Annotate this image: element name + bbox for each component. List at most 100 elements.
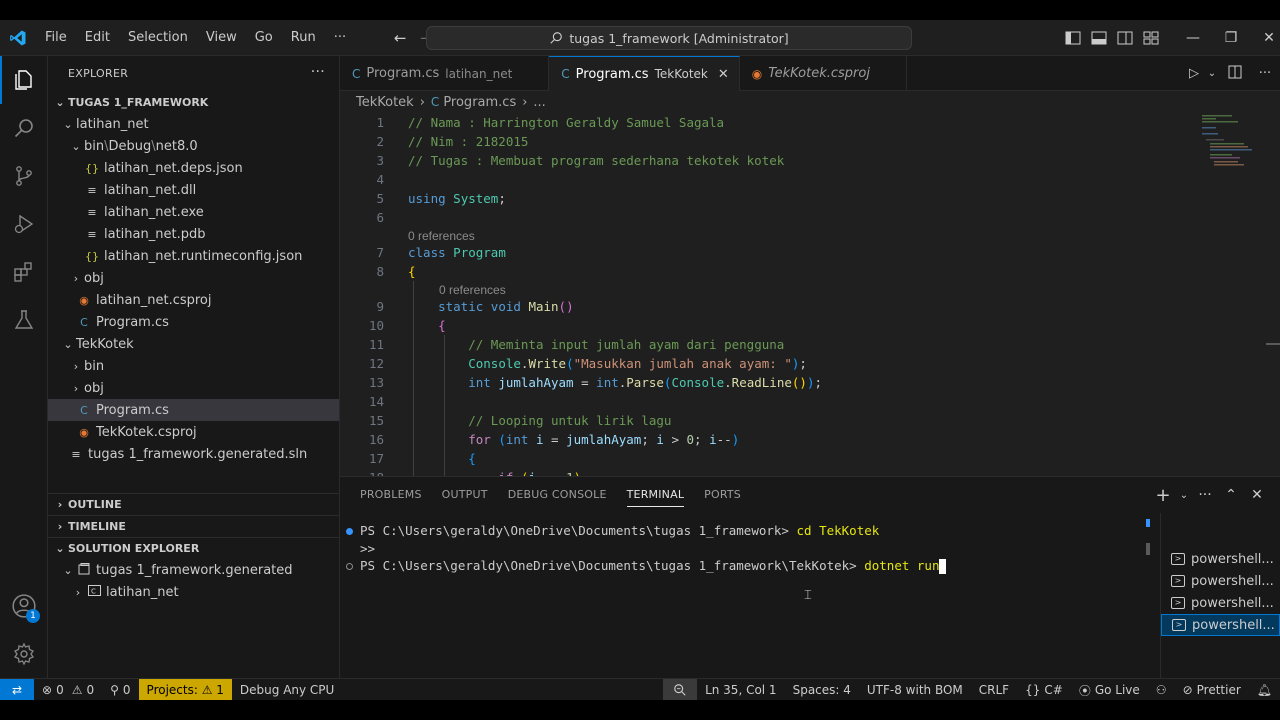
line-number: 3 <box>376 153 384 168</box>
editor-scrollbar-marker[interactable] <box>1266 343 1280 345</box>
menu-view[interactable]: View <box>197 20 246 56</box>
minimize-window-icon[interactable]: — <box>1174 20 1212 56</box>
new-terminal-plus-icon[interactable]: + <box>1150 485 1176 506</box>
language-status[interactable]: {} C# <box>1017 679 1071 701</box>
outline-section[interactable]: › OUTLINE <box>48 493 340 515</box>
code-editor[interactable]: 1 2 3 4 5 6 7 8 9 10 11 12 13 14 15 16 1… <box>340 113 1280 476</box>
file-item[interactable]: ≡ tugas 1_framework.generated.sln <box>48 443 339 465</box>
breadcrumb-folder[interactable]: TekKotek <box>356 95 414 110</box>
tab-ports[interactable]: PORTS <box>694 477 751 513</box>
file-item[interactable]: C Program.cs <box>48 311 339 333</box>
file-item[interactable]: {} latihan_net.runtimeconfig.json <box>48 245 339 267</box>
file-item[interactable]: {} latihan_net.deps.json <box>48 157 339 179</box>
eol-status[interactable]: CRLF <box>971 679 1017 701</box>
tab-output[interactable]: OUTPUT <box>432 477 498 513</box>
more-actions-icon[interactable]: ··· <box>1192 487 1218 503</box>
folder-item[interactable]: › obj <box>48 267 339 289</box>
chevron-down-icon[interactable]: ⌄ <box>1204 68 1220 79</box>
explorer-more-icon[interactable]: ··· <box>311 64 325 80</box>
go-live-label: Go Live <box>1094 683 1140 697</box>
terminal-instance[interactable]: > powershell... <box>1161 592 1280 614</box>
prettier-status[interactable]: ⊘ Prettier <box>1175 679 1249 701</box>
encoding-status[interactable]: UTF-8 with BOM <box>859 679 971 701</box>
terminal-instance[interactable]: > powershell... <box>1161 548 1280 570</box>
menu-selection[interactable]: Selection <box>119 20 197 56</box>
terminal-instance-active[interactable]: > powershell... <box>1161 614 1280 636</box>
menu-run[interactable]: Run <box>282 20 325 56</box>
copilot-icon[interactable]: ⚇ <box>1148 679 1175 701</box>
toggle-primary-sidebar-icon[interactable] <box>1060 20 1086 56</box>
accounts-icon[interactable]: 1 <box>0 582 48 630</box>
tab-terminal[interactable]: TERMINAL <box>617 477 695 513</box>
more-actions-icon[interactable]: ··· <box>1250 66 1280 81</box>
customize-layout-icon[interactable] <box>1138 20 1164 56</box>
go-live-status[interactable]: ⦿ Go Live <box>1071 679 1148 701</box>
restore-window-icon[interactable]: ❐ <box>1212 20 1250 56</box>
menu-edit[interactable]: Edit <box>76 20 119 56</box>
indentation-status[interactable]: Spaces: 4 <box>785 679 859 701</box>
remote-indicator-icon[interactable]: ⇄ <box>0 678 34 701</box>
command-center-search[interactable]: tugas 1_framework [Administrator] <box>426 26 912 50</box>
explorer-icon[interactable] <box>0 56 48 104</box>
folder-item[interactable]: › obj <box>48 377 339 399</box>
file-item[interactable]: ≡ latihan_net.pdb <box>48 223 339 245</box>
terminal-output[interactable]: PS C:\Users\geraldy\OneDrive\Documents\t… <box>340 513 1160 679</box>
tab-program-cs-tekkotek[interactable]: C Program.cs TekKotek ✕ <box>549 56 740 91</box>
chevron-down-icon[interactable]: ⌄ <box>1176 490 1192 501</box>
zoom-icon[interactable] <box>663 679 698 701</box>
codelens-references[interactable]: 0 references <box>408 228 475 244</box>
menu-go[interactable]: Go <box>246 20 282 56</box>
toggle-panel-icon[interactable] <box>1086 20 1112 56</box>
debug-config-status[interactable]: Debug Any CPU <box>232 679 342 701</box>
run-debug-icon[interactable] <box>0 200 48 248</box>
toggle-secondary-sidebar-icon[interactable] <box>1112 20 1138 56</box>
terminal-instance-label: powershell... <box>1192 617 1275 633</box>
minimap[interactable] <box>1198 113 1266 173</box>
workspace-root[interactable]: ⌄ TUGAS 1_FRAMEWORK <box>48 91 339 113</box>
problems-status[interactable]: ⊗ 0 ⚠ 0 <box>34 679 102 701</box>
terminal-scrollbar[interactable] <box>1146 519 1150 567</box>
info-status[interactable]: ⚲ 0 <box>102 679 138 701</box>
maximize-panel-icon[interactable]: ⌃ <box>1218 487 1244 503</box>
solution-item[interactable]: ⌄ tugas 1_framework.generated <box>48 559 340 581</box>
close-panel-icon[interactable]: ✕ <box>1244 487 1270 503</box>
breadcrumb-symbol[interactable]: ... <box>533 95 545 110</box>
svg-text:C: C <box>91 588 96 596</box>
tab-problems[interactable]: PROBLEMS <box>350 477 432 513</box>
projects-status[interactable]: Projects: ⚠ 1 <box>138 678 232 701</box>
file-item[interactable]: ≡ latihan_net.dll <box>48 179 339 201</box>
tab-debug-console[interactable]: DEBUG CONSOLE <box>498 477 617 513</box>
testing-icon[interactable] <box>0 296 48 344</box>
close-window-icon[interactable]: ✕ <box>1250 20 1280 56</box>
folder-item[interactable]: ⌄ TekKotek <box>48 333 339 355</box>
folder-item[interactable]: ⌄ latihan_net <box>48 113 339 135</box>
menu-file[interactable]: File <box>36 20 76 56</box>
code-line-1: // Nama : Harrington Geraldy Samuel Saga… <box>408 115 725 130</box>
solution-explorer-section[interactable]: ⌄ SOLUTION EXPLORER <box>48 537 340 559</box>
search-icon[interactable] <box>0 104 48 152</box>
folder-item[interactable]: ⌄ bin \ Debug \ net8.0 <box>48 135 339 157</box>
tab-tekkotek-csproj[interactable]: ◉ TekKotek.csproj <box>740 56 907 91</box>
cursor-position-status[interactable]: Ln 35, Col 1 <box>697 679 785 701</box>
tab-program-cs-latihan[interactable]: C Program.cs latihan_net <box>340 56 550 91</box>
extensions-icon[interactable] <box>0 248 48 296</box>
file-item[interactable]: C Program.cs <box>48 399 339 421</box>
file-item[interactable]: ◉ latihan_net.csproj <box>48 289 339 311</box>
terminal-instance[interactable]: > powershell... <box>1161 570 1280 592</box>
breadcrumb-file[interactable]: Program.cs <box>443 95 516 110</box>
panel-tabs: PROBLEMS OUTPUT DEBUG CONSOLE TERMINAL P… <box>340 477 1280 513</box>
file-item[interactable]: ≡ latihan_net.exe <box>48 201 339 223</box>
run-icon[interactable]: ▷ <box>1184 66 1204 81</box>
notifications-bell-icon[interactable]: 🔔︎ <box>1249 679 1280 701</box>
close-tab-icon[interactable]: ✕ <box>718 67 729 82</box>
file-item[interactable]: ◉ TekKotek.csproj <box>48 421 339 443</box>
codelens-references[interactable]: 0 references <box>439 282 506 298</box>
manage-gear-icon[interactable] <box>0 630 48 678</box>
menu-more[interactable]: ··· <box>325 20 355 56</box>
split-editor-icon[interactable] <box>1220 65 1250 83</box>
project-item[interactable]: › C latihan_net <box>48 581 340 603</box>
back-arrow-icon[interactable]: ← <box>387 29 413 47</box>
folder-item[interactable]: › bin <box>48 355 339 377</box>
source-control-icon[interactable] <box>0 152 48 200</box>
timeline-section[interactable]: › TIMELINE <box>48 515 340 537</box>
